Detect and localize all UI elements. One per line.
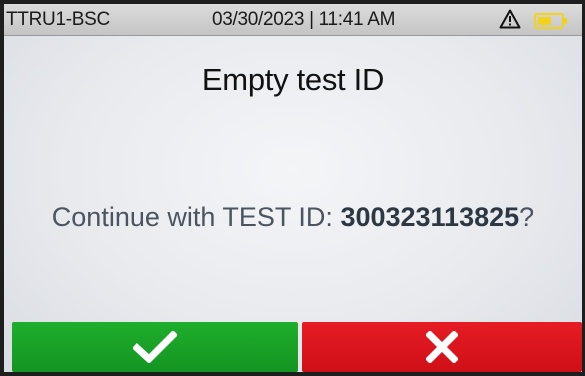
prompt-prefix: Continue with TEST ID: bbox=[51, 202, 341, 232]
dialog-title: Empty test ID bbox=[201, 62, 385, 97]
continue-prompt: Continue with TEST ID: 300323113825? bbox=[4, 202, 582, 233]
battery-icon bbox=[534, 13, 567, 29]
confirm-button[interactable] bbox=[12, 322, 298, 372]
device-frame: TTRU1-BSC 03/30/2023 | 11:41 AM Empty te… bbox=[0, 0, 585, 376]
status-bar: TTRU1-BSC 03/30/2023 | 11:41 AM bbox=[4, 4, 582, 36]
close-icon bbox=[426, 331, 458, 363]
checkmark-icon bbox=[133, 331, 177, 363]
date-time: 03/30/2023 | 11:41 AM bbox=[212, 9, 396, 30]
test-id-value: 300323113825 bbox=[340, 202, 520, 232]
device-id: TTRU1-BSC bbox=[6, 9, 110, 30]
warning-icon[interactable] bbox=[499, 9, 521, 29]
cancel-button[interactable] bbox=[302, 322, 582, 372]
device-screen: TTRU1-BSC 03/30/2023 | 11:41 AM Empty te… bbox=[4, 4, 582, 372]
prompt-suffix: ? bbox=[519, 202, 535, 232]
